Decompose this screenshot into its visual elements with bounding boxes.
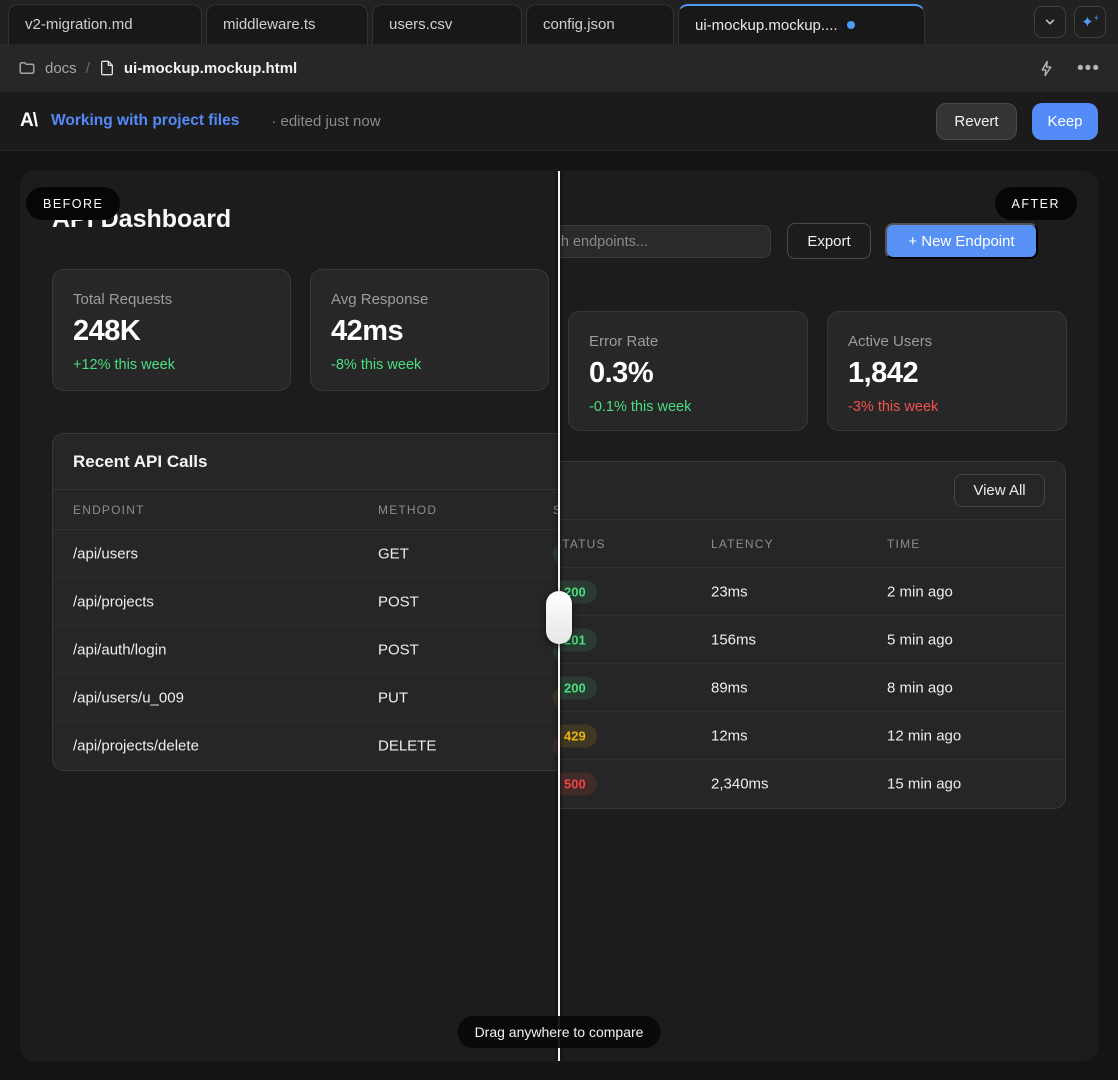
stat-card-error-rate: Error Rate 0.3% -0.1% this week: [568, 311, 808, 431]
stat-card-avg-response: Avg Response 42ms -8% this week: [310, 269, 549, 391]
tab-middleware[interactable]: middleware.ts: [206, 4, 368, 44]
folder-icon: [18, 59, 36, 77]
modified-dot-icon: [847, 21, 855, 29]
tab-list-dropdown-button[interactable]: [1034, 6, 1066, 38]
tab-v2-migration[interactable]: v2-migration.md: [8, 4, 202, 44]
tab-config-json[interactable]: config.json: [526, 4, 674, 44]
breadcrumb-file: ui-mockup.mockup.html: [124, 60, 297, 77]
chevron-down-icon: [1043, 15, 1057, 29]
more-options-icon[interactable]: •••: [1077, 59, 1100, 78]
col-latency: LATENCY: [711, 537, 774, 551]
drag-tooltip: Drag anywhere to compare: [458, 1016, 661, 1048]
export-button[interactable]: Export: [787, 223, 871, 259]
stat-delta: +12% this week: [73, 357, 270, 373]
view-all-button[interactable]: View All: [954, 474, 1045, 507]
before-stats-row: Total Requests 248K +12% this week Avg R…: [52, 269, 549, 391]
col-time: TIME: [887, 537, 920, 551]
panel-title: Recent API Calls: [73, 452, 207, 472]
after-stats-row: Error Rate 0.3% -0.1% this week Active U…: [568, 311, 1067, 431]
tab-ui-mockup-active[interactable]: ui-mockup.mockup....: [678, 4, 925, 44]
tab-strip: v2-migration.md middleware.ts users.csv …: [0, 4, 925, 44]
preview-area: BEFORE API Dashboard Total Requests 248K…: [0, 151, 1118, 1080]
new-endpoint-button[interactable]: + New Endpoint: [885, 223, 1038, 259]
col-method: METHOD: [378, 503, 437, 517]
breadcrumb-bar: docs / ui-mockup.mockup.html •••: [0, 44, 1118, 92]
claude-logo: A\: [20, 110, 37, 132]
editor-tab-bar: v2-migration.md middleware.ts users.csv …: [0, 0, 1118, 44]
breadcrumb: docs / ui-mockup.mockup.html: [18, 59, 297, 77]
before-after-stage: BEFORE API Dashboard Total Requests 248K…: [20, 171, 1098, 1061]
col-status: STATUS: [553, 537, 606, 551]
sparkle-plus-icon: ✦+: [1081, 13, 1099, 31]
before-badge: BEFORE: [26, 187, 120, 220]
file-icon: [99, 59, 115, 77]
stat-delta: -3% this week: [848, 399, 1046, 415]
revert-button[interactable]: Revert: [936, 103, 1017, 140]
stat-card-total-requests: Total Requests 248K +12% this week: [52, 269, 291, 391]
col-endpoint: ENDPOINT: [73, 503, 145, 517]
stat-card-active-users: Active Users 1,842 -3% this week: [827, 311, 1067, 431]
stat-delta: -0.1% this week: [589, 399, 787, 415]
tab-users-csv[interactable]: users.csv: [372, 4, 522, 44]
compare-drag-handle[interactable]: [546, 591, 572, 644]
stat-delta: -8% this week: [331, 357, 528, 373]
breadcrumb-separator: /: [86, 60, 90, 77]
new-ai-file-button[interactable]: ✦+: [1074, 6, 1106, 38]
edited-timestamp: · edited just now: [271, 113, 380, 130]
ai-status-bar: A\ Working with project files · edited j…: [0, 92, 1118, 151]
keep-button[interactable]: Keep: [1032, 103, 1098, 140]
flash-icon[interactable]: [1038, 60, 1055, 77]
breadcrumb-folder[interactable]: docs: [45, 60, 77, 77]
after-badge: AFTER: [995, 187, 1077, 220]
ai-status-text: Working with project files: [51, 112, 239, 130]
